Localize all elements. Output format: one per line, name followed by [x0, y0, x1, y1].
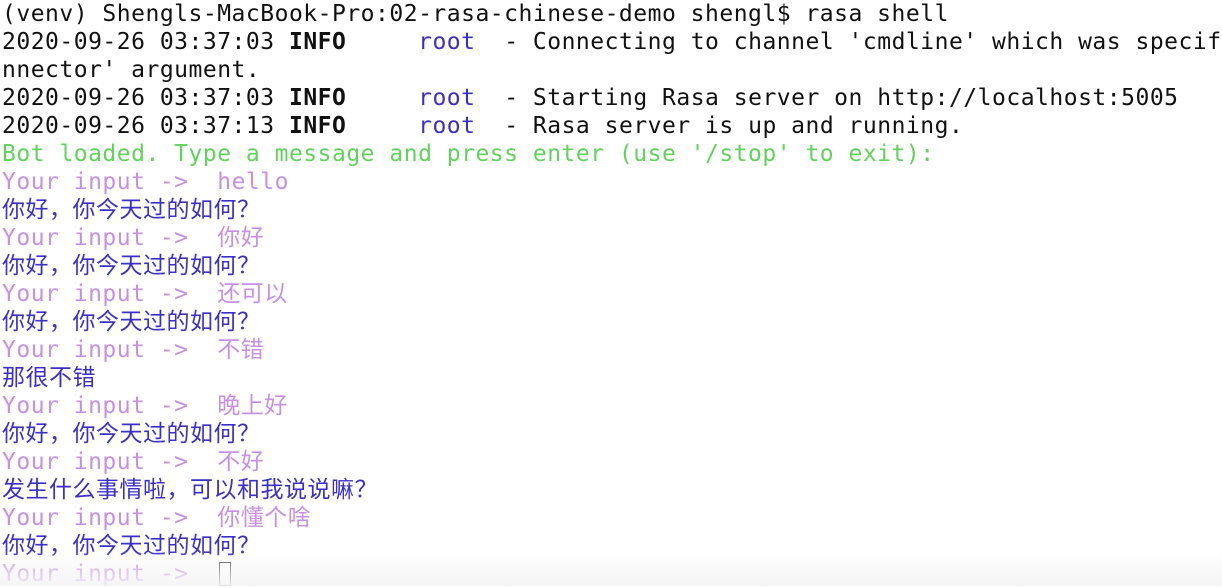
- user-message: 不错: [217, 337, 264, 363]
- user-input-line: Your input -> 你好: [2, 224, 1222, 252]
- log-timestamp: 2020-09-26 03:37:13: [2, 113, 275, 139]
- input-prompt: Your input ->: [2, 505, 217, 531]
- bot-reply: 发生什么事情啦，可以和我说说嘛？: [2, 476, 1222, 504]
- bot-reply: 你好，你今天过的如何？: [2, 252, 1222, 280]
- user-input-line: Your input -> 不错: [2, 336, 1222, 364]
- user-message: 还可以: [217, 281, 288, 307]
- log-level: INFO: [289, 113, 346, 139]
- bot-reply: 你好，你今天过的如何？: [2, 532, 1222, 560]
- log-message: - Rasa server is up and running.: [476, 113, 964, 139]
- user-message: 晚上好: [217, 393, 288, 419]
- bot-reply: 你好，你今天过的如何？: [2, 196, 1222, 224]
- log-line: 2020-09-26 03:37:03 INFO root - Connecti…: [2, 28, 1222, 56]
- log-level: INFO: [289, 85, 346, 111]
- input-prompt: Your input ->: [2, 281, 217, 307]
- user-message: 你好: [217, 225, 264, 251]
- input-prompt: Your input ->: [2, 561, 217, 587]
- input-prompt: Your input ->: [2, 393, 217, 419]
- user-input-line: Your input -> 晚上好: [2, 392, 1222, 420]
- user-input-line: Your input -> 还可以: [2, 280, 1222, 308]
- bot-reply: 那很不错: [2, 364, 1222, 392]
- log-timestamp: 2020-09-26 03:37:03: [2, 29, 275, 55]
- user-message: 你懂个啥: [217, 505, 311, 531]
- user-input-line: Your input -> 不好: [2, 448, 1222, 476]
- input-prompt: Your input ->: [2, 169, 217, 195]
- user-message: hello: [217, 169, 289, 195]
- bot-reply: 你好，你今天过的如何？: [2, 420, 1222, 448]
- bot-loaded-message: Bot loaded. Type a message and press ent…: [2, 140, 1222, 168]
- log-level: INFO: [289, 29, 346, 55]
- input-prompt: Your input ->: [2, 449, 217, 475]
- active-input-line[interactable]: Your input ->: [2, 560, 1222, 588]
- user-message: 不好: [217, 449, 264, 475]
- input-prompt: Your input ->: [2, 337, 217, 363]
- log-message: - Starting Rasa server on http://localho…: [476, 85, 1179, 111]
- log-line: 2020-09-26 03:37:13 INFO root - Rasa ser…: [2, 112, 1222, 140]
- user-input-line: Your input -> hello: [2, 168, 1222, 196]
- terminal-window[interactable]: (venv) Shengls-MacBook-Pro:02-rasa-chine…: [2, 0, 1222, 586]
- log-wrap-continuation: nnector' argument.: [2, 56, 1222, 84]
- command-line: (venv) Shengls-MacBook-Pro:02-rasa-chine…: [2, 0, 1222, 28]
- log-logger: root: [418, 113, 475, 139]
- user-input-line: Your input -> 你懂个啥: [2, 504, 1222, 532]
- text-cursor[interactable]: [219, 562, 231, 586]
- bot-reply: 你好，你今天过的如何？: [2, 308, 1222, 336]
- log-logger: root: [418, 85, 475, 111]
- log-logger: root: [418, 29, 475, 55]
- log-line: 2020-09-26 03:37:03 INFO root - Starting…: [2, 84, 1222, 112]
- input-prompt: Your input ->: [2, 225, 217, 251]
- log-message: - Connecting to channel 'cmdline' which …: [476, 29, 1222, 55]
- log-timestamp: 2020-09-26 03:37:03: [2, 85, 275, 111]
